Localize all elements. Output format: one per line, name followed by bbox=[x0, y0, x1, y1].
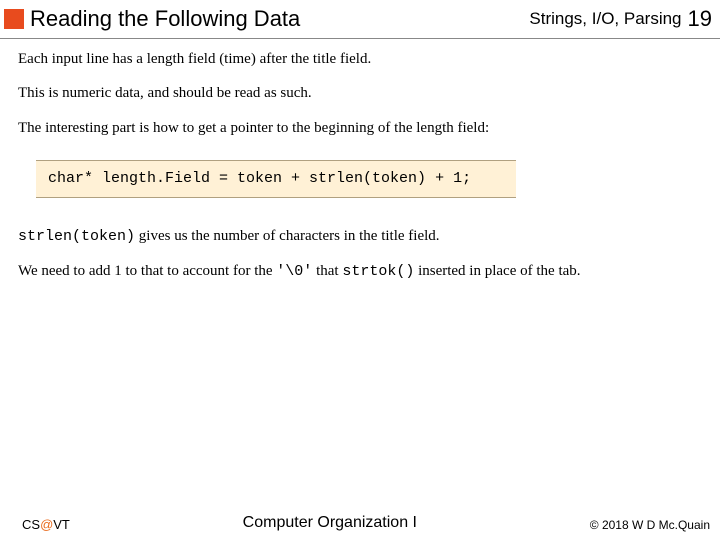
text: that bbox=[312, 263, 342, 279]
text: inserted in place of the tab. bbox=[414, 263, 580, 279]
slide-topic: Strings, I/O, Parsing bbox=[529, 9, 681, 29]
text: We need to add 1 to that to account for … bbox=[18, 263, 276, 279]
slide-footer: CS@VT Computer Organization I © 2018 W D… bbox=[0, 514, 720, 532]
footer-center: Computer Organization I bbox=[70, 514, 590, 532]
paragraph: This is numeric data, and should be read… bbox=[18, 83, 702, 103]
paragraph: strlen(token) gives us the number of cha… bbox=[18, 226, 702, 247]
code-inline: strlen(token) bbox=[18, 228, 135, 245]
at-symbol: @ bbox=[40, 517, 53, 532]
code-block: char* length.Field = token + strlen(toke… bbox=[36, 160, 516, 198]
slide-header: Reading the Following Data Strings, I/O,… bbox=[0, 0, 720, 36]
paragraph: The interesting part is how to get a poi… bbox=[18, 118, 702, 138]
slide-title: Reading the Following Data bbox=[30, 6, 529, 32]
page-number: 19 bbox=[688, 6, 712, 32]
code-inline: strtok() bbox=[342, 263, 414, 280]
text: gives us the number of characters in the… bbox=[135, 228, 439, 244]
slide-content: Each input line has a length field (time… bbox=[0, 39, 720, 283]
paragraph: We need to add 1 to that to account for … bbox=[18, 261, 702, 282]
text: VT bbox=[53, 517, 70, 532]
code-inline: '\0' bbox=[276, 263, 312, 280]
footer-copyright: © 2018 W D Mc.Quain bbox=[590, 518, 710, 532]
bullet-icon bbox=[4, 9, 24, 29]
text: CS bbox=[22, 517, 40, 532]
paragraph: Each input line has a length field (time… bbox=[18, 49, 702, 69]
footer-left: CS@VT bbox=[22, 517, 70, 532]
